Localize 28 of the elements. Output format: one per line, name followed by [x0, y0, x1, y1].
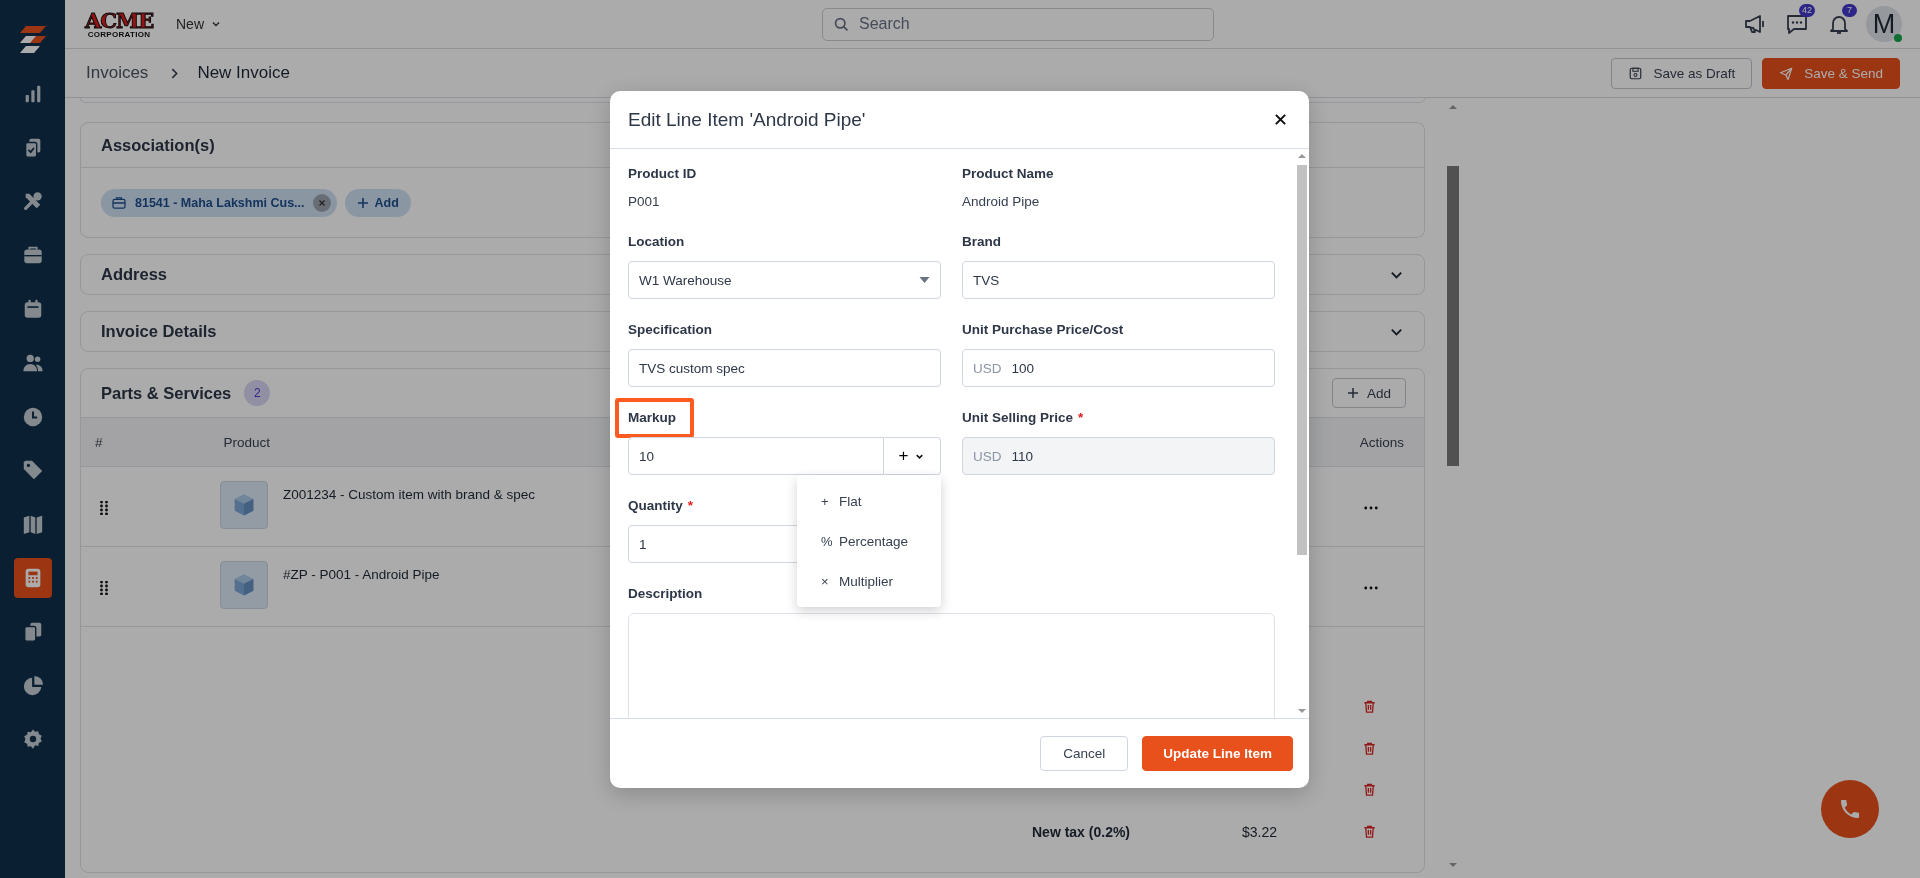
count-badge: 7	[1842, 4, 1857, 17]
field-label: Specification	[628, 321, 713, 339]
field-label: Product Name	[962, 165, 1054, 183]
field-label: Description	[628, 585, 703, 603]
section-title: Association(s)	[101, 135, 215, 155]
tax-amount: $3.22	[1242, 823, 1279, 840]
breadcrumb-current: New Invoice	[197, 63, 290, 83]
field-label: Unit Selling Price *	[962, 409, 1084, 427]
field-label: Unit Purchase Price/Cost	[962, 321, 1124, 339]
count-badge: 2	[244, 380, 271, 406]
section-title: Parts & Services	[101, 383, 232, 403]
dialog-title: Edit Line Item 'Android Pipe'	[628, 108, 866, 131]
field-label: Brand	[962, 233, 1001, 251]
product-name: #ZP - P001 - Android Pipe	[283, 567, 440, 582]
section-title: Invoice Details	[101, 322, 217, 341]
section-title: Address	[101, 265, 168, 284]
column-header: #	[95, 434, 103, 450]
count-badge: 42	[1799, 4, 1815, 17]
field-value: Android Pipe	[962, 193, 1041, 211]
column-header: Actions	[1359, 434, 1404, 450]
field-label: Product ID	[628, 165, 697, 183]
field-label: Location	[628, 233, 685, 251]
column-header: Product	[223, 434, 271, 450]
product-name: Z001234 - Custom item with brand & spec	[283, 487, 536, 502]
field-label: Markup	[628, 409, 676, 427]
field-value: P001	[628, 193, 661, 211]
tax-label: New tax (0.2%)	[1032, 823, 1132, 840]
field-label: Quantity *	[628, 497, 694, 515]
